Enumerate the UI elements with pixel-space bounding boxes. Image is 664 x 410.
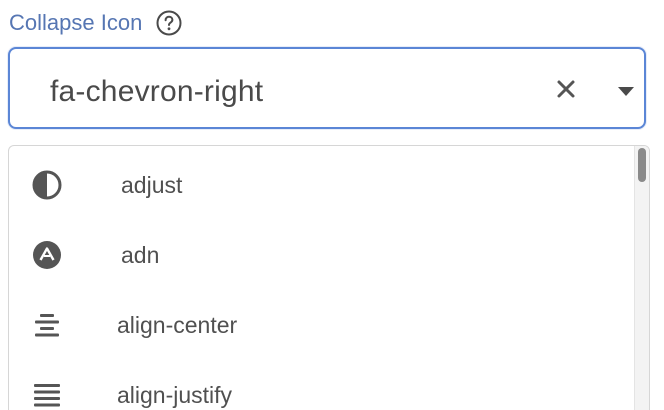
selected-value: fa-chevron-right xyxy=(50,75,264,108)
icon-select-input[interactable]: fa-chevron-right xyxy=(8,47,646,129)
close-x-icon[interactable] xyxy=(556,79,576,99)
caret-down-icon[interactable] xyxy=(617,84,635,96)
icon-select-field: Collapse Icon fa-chevron-right adjust ad… xyxy=(0,0,664,410)
dropdown-scrollbar[interactable] xyxy=(634,146,649,410)
dropdown-option-align-center[interactable]: align-center xyxy=(9,290,635,360)
adn-icon xyxy=(31,239,63,271)
dropdown-option-adjust[interactable]: adjust xyxy=(9,150,635,220)
icon-options-dropdown: adjust adn align-center align-justify xyxy=(8,145,650,410)
adjust-icon xyxy=(31,169,63,201)
align-justify-icon xyxy=(31,379,63,410)
align-center-icon xyxy=(31,309,63,341)
option-label: align-justify xyxy=(117,382,233,408)
dropdown-option-adn[interactable]: adn xyxy=(9,220,635,290)
question-circle-icon[interactable] xyxy=(156,10,182,36)
field-label-row: Collapse Icon xyxy=(9,8,182,38)
scrollbar-thumb[interactable] xyxy=(638,148,646,182)
option-label: adjust xyxy=(121,172,183,198)
option-label: align-center xyxy=(117,312,238,338)
field-label: Collapse Icon xyxy=(9,10,143,35)
dropdown-option-align-justify[interactable]: align-justify xyxy=(9,360,635,410)
option-label: adn xyxy=(121,242,160,268)
